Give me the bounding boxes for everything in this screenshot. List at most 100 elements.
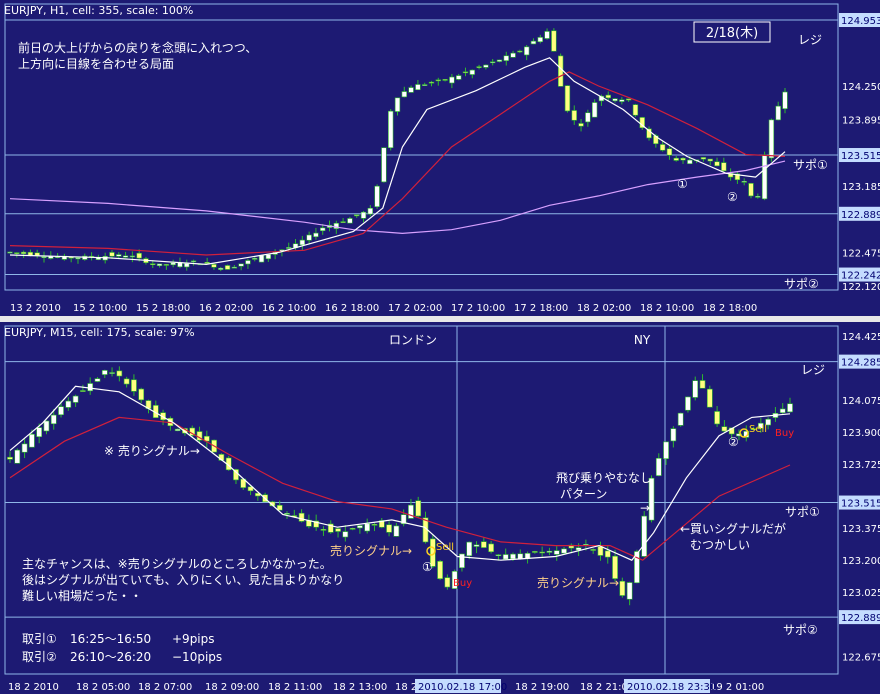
candle-body	[313, 232, 319, 238]
candle-body	[517, 553, 524, 560]
candle-body	[109, 252, 115, 257]
m15-x-tick-label: 18 2	[395, 682, 417, 693]
candle-body	[517, 50, 523, 53]
candle-body	[546, 550, 553, 553]
m15-trade-result: +9pips	[172, 632, 215, 646]
h1-y-tick-label: 124.250	[842, 82, 880, 93]
candle-body	[557, 55, 564, 87]
m15-moving-averages	[9, 385, 791, 561]
candle-body	[184, 263, 190, 268]
candle-body	[641, 515, 648, 557]
candle-body	[14, 449, 21, 464]
h1-x-tick-label: 15 2 18:00	[136, 303, 190, 314]
m15-y-tick-label: 123.025	[842, 588, 880, 599]
candle-body	[29, 433, 35, 448]
candle-body	[401, 91, 407, 98]
candle-body	[116, 254, 122, 257]
candle-body	[476, 66, 482, 68]
candle-body	[561, 548, 567, 554]
m15-x-tick-label: 18 2 19:00	[515, 682, 569, 693]
candle-body	[72, 395, 79, 403]
h1-y-tick-label: 123.185	[842, 182, 880, 193]
candle-body	[459, 553, 465, 569]
candle-body	[456, 75, 462, 80]
candle-body	[510, 52, 516, 58]
m15-chart-panel: 124.425 124.285 124.075 123.900 123.725 123.5…	[0, 322, 880, 694]
m15-buy-label-2: Buy	[775, 428, 794, 439]
h1-chart-panel: 124.953 124.250 123.895 123.515 123.185 122.8…	[0, 0, 880, 316]
candle-body	[619, 99, 625, 102]
m15-summary-line: 主なチャンスは、※売りシグナルのところしかなかった。	[22, 556, 332, 571]
candle-body	[655, 457, 662, 476]
candle-body	[238, 263, 244, 267]
candle-body	[75, 257, 81, 260]
candle-body	[367, 207, 373, 215]
h1-labels: 124.953 124.250 123.895 123.515 123.185 122.8…	[4, 4, 880, 314]
m15-sell-signal-low-label: 売りシグナル→	[537, 575, 619, 590]
candle-body	[116, 370, 123, 377]
m15-support1-label: サポ①	[785, 505, 820, 519]
m15-buy-signal-label: むつかしい	[690, 538, 750, 552]
candle-body	[590, 549, 597, 551]
candle-body	[480, 541, 487, 548]
candle-body	[523, 46, 530, 56]
candle-body	[495, 554, 502, 557]
h1-ma-long-line	[9, 160, 786, 235]
candle-body	[619, 580, 626, 596]
h1-x-tick-label: 18 2 18:00	[703, 303, 757, 314]
m15-x-tick-label: 18 2 21:0	[580, 682, 628, 693]
candle-body	[204, 262, 210, 264]
candle-body	[284, 513, 290, 515]
price-level-label: 123.515	[841, 499, 880, 510]
candle-body	[666, 148, 673, 156]
m15-x-tick-label: 18 2 2010	[8, 682, 59, 693]
m15-x-tick-label: 18 2 11:00	[268, 682, 322, 693]
candle-body	[663, 441, 669, 459]
candle-body	[393, 525, 400, 537]
candle-body	[483, 64, 489, 68]
candle-body	[408, 87, 414, 93]
h1-chart-title: EURJPY, H1, cell: 355, scale: 100%	[4, 4, 193, 17]
candle-body	[537, 37, 543, 43]
m15-sell-label-2: Sell	[749, 424, 767, 435]
m15-session-ny-label: NY	[634, 333, 651, 347]
candle-body	[539, 551, 545, 554]
candle-body	[131, 379, 137, 392]
m15-x-tick-label: 18 2 05:00	[76, 682, 130, 693]
m15-chart: 124.425 124.285 124.075 123.900 123.725 123.5…	[4, 325, 880, 693]
candle-body	[245, 260, 251, 265]
candle-body	[706, 388, 713, 408]
h1-annotation-line: 前日の大上げからの戻りを念頭に入れつつ、	[18, 40, 257, 55]
candle-body	[422, 84, 428, 86]
candle-body	[591, 102, 598, 118]
candle-body	[496, 59, 503, 62]
candle-body	[7, 251, 13, 254]
candle-body	[544, 31, 550, 39]
m15-buy-signal-label: ←買いシグナルだが	[680, 521, 786, 536]
candle-body	[320, 529, 327, 531]
m15-y-tick-label: 123.725	[842, 460, 880, 471]
candle-body	[768, 119, 775, 159]
candle-body	[320, 227, 326, 232]
candle-body	[252, 258, 258, 260]
candle-body	[211, 264, 217, 268]
candle-body	[87, 383, 94, 392]
candle-body	[673, 157, 679, 161]
candle-body	[347, 218, 353, 224]
candle-body	[612, 98, 618, 102]
candle-body	[43, 420, 50, 432]
candle-body	[258, 254, 265, 263]
price-level-label: 124.285	[841, 358, 880, 369]
m15-resistance-label: レジ	[801, 363, 825, 377]
candle-body	[129, 255, 136, 258]
candle-body	[394, 97, 401, 112]
candle-body	[564, 85, 571, 112]
candle-body	[444, 577, 451, 588]
candle-body	[787, 403, 793, 413]
m15-summary-line: 難しい相場だった・・	[22, 588, 142, 603]
candle-body	[50, 414, 57, 425]
candle-body	[707, 158, 713, 162]
candle-body	[170, 262, 176, 266]
candle-body	[428, 81, 435, 84]
m15-y-tick-label: 124.425	[842, 332, 880, 343]
